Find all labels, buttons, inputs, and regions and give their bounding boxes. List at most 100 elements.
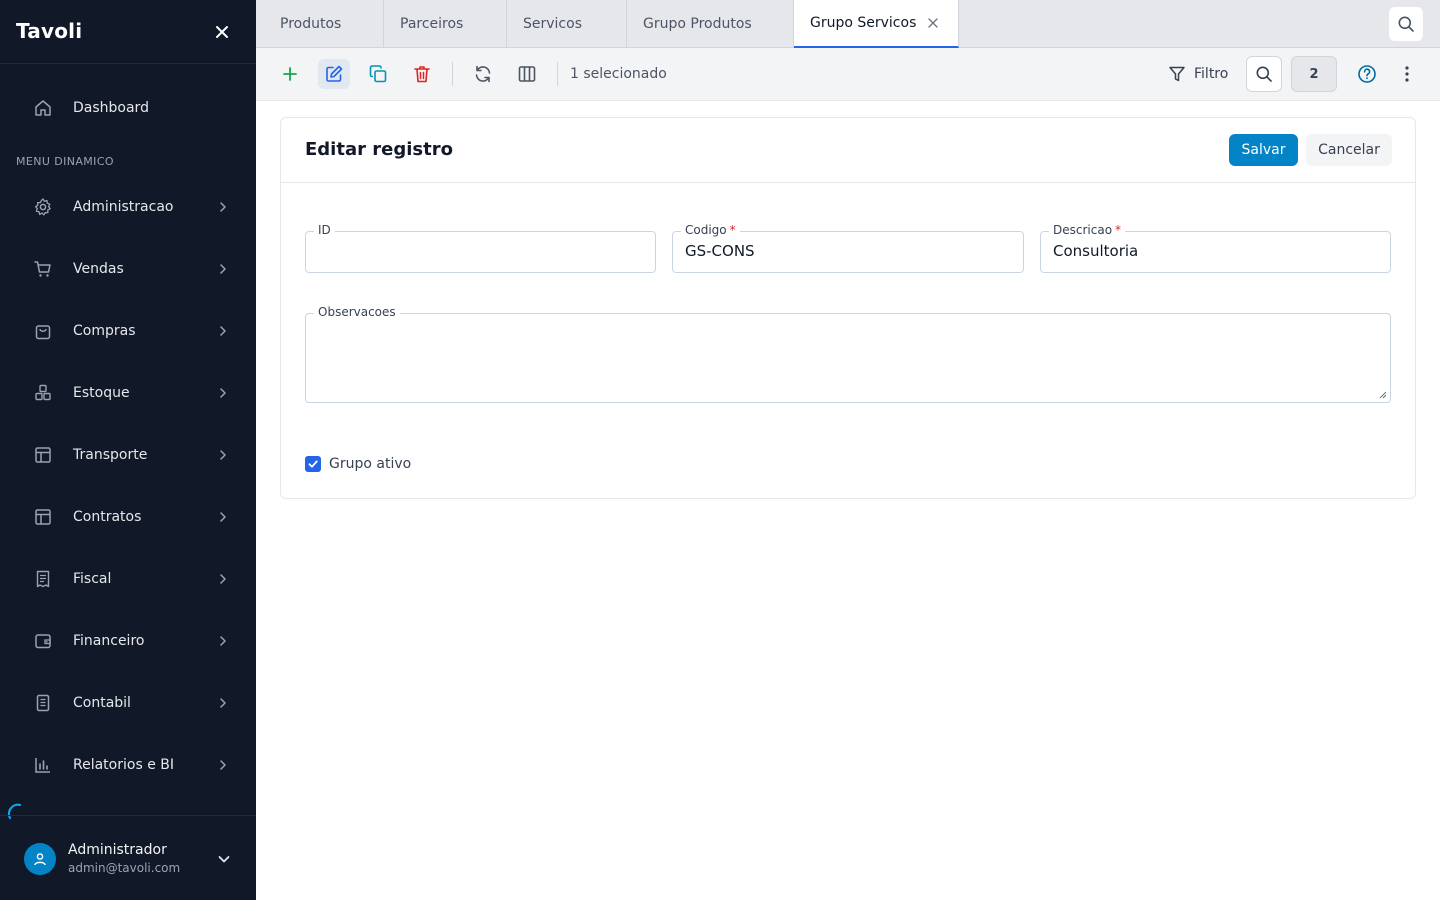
divider (0, 63, 256, 64)
more-options-button[interactable] (1394, 59, 1420, 89)
kebab-menu-icon (1405, 66, 1409, 82)
chevron-down-icon[interactable] (216, 851, 232, 867)
toolbar-divider (557, 62, 558, 86)
filter-icon (1169, 66, 1185, 82)
codigo-field[interactable]: Codigo * GS-CONS (672, 223, 1024, 273)
sidebar-item-label: Compras (73, 323, 136, 339)
wallet-icon (35, 634, 51, 649)
filter-button[interactable]: Filtro (1168, 59, 1228, 89)
chevron-right-icon (220, 512, 226, 522)
close-tab-icon[interactable] (928, 18, 939, 28)
tab-servicos[interactable]: Servicos (507, 0, 627, 48)
global-search-button[interactable] (1389, 7, 1423, 41)
search-icon (1398, 16, 1414, 32)
selection-count: 1 selecionado (570, 66, 667, 82)
chevron-right-icon (220, 326, 226, 336)
tab-label: Grupo Produtos (643, 16, 752, 32)
toolbar: 1 selecionado Filtro 2 (256, 48, 1440, 101)
tab-grupo-servicos[interactable]: Grupo Servicos (794, 0, 959, 48)
add-button[interactable] (274, 59, 306, 89)
id-label: ID (314, 223, 335, 237)
checkbox-checked[interactable] (305, 456, 321, 472)
checkbox-label: Grupo ativo (329, 456, 412, 472)
profile-name: Administrador (68, 842, 167, 858)
shopping-bag-icon (35, 325, 51, 340)
page-title: Editar registro (305, 139, 453, 160)
help-icon (1358, 65, 1376, 83)
codigo-label: Codigo * (681, 223, 740, 237)
observacoes-label: Observacoes (314, 305, 400, 319)
refresh-button[interactable] (467, 59, 499, 89)
chevron-right-icon (220, 264, 226, 274)
descricao-label: Descricao * (1049, 223, 1126, 237)
edit-icon (326, 65, 343, 82)
sidebar-item-label: Financeiro (73, 633, 145, 649)
sidebar-item-financeiro[interactable]: Financeiro (0, 617, 256, 665)
receipt-icon (36, 570, 50, 588)
search-button[interactable] (1246, 56, 1282, 92)
sidebar-item-label: Estoque (73, 385, 130, 401)
sidebar-item-label: Contratos (73, 509, 142, 525)
sidebar-item-contabil[interactable]: Contabil (0, 679, 256, 727)
sidebar-item-relatorios[interactable]: Relatorios e BI (0, 741, 256, 789)
sidebar-item-vendas[interactable]: Vendas (0, 245, 256, 293)
tab-produtos[interactable]: Produtos (256, 0, 384, 48)
chevron-right-icon (220, 388, 226, 398)
trash-icon (414, 66, 430, 83)
tab-grupo-produtos[interactable]: Grupo Produtos (627, 0, 794, 48)
user-icon (34, 853, 46, 866)
resize-handle-icon[interactable] (1379, 391, 1387, 399)
sidebar-item-label: Administracao (73, 199, 174, 215)
sidebar-item-compras[interactable]: Compras (0, 307, 256, 355)
grupo-ativo-checkbox[interactable]: Grupo ativo (305, 456, 411, 472)
close-sidebar-button[interactable] (208, 18, 236, 46)
sidebar-item-contratos[interactable]: Contratos (0, 493, 256, 541)
sidebar-item-administracao[interactable]: Administracao (0, 183, 256, 231)
chevron-right-icon (220, 574, 226, 584)
chevron-right-icon (220, 636, 226, 646)
sidebar-item-fiscal[interactable]: Fiscal (0, 555, 256, 603)
profile-email: admin@tavoli.com (68, 861, 181, 875)
descricao-field[interactable]: Descricao * Consultoria (1040, 223, 1391, 273)
observacoes-textarea[interactable]: Observacoes (305, 305, 1391, 403)
sidebar-item-label: Vendas (73, 261, 124, 277)
boxes-icon (35, 384, 51, 401)
columns-button[interactable] (511, 59, 543, 89)
delete-button[interactable] (406, 59, 438, 89)
codigo-value: GS-CONS (685, 242, 755, 260)
cancel-button[interactable]: Cancelar (1306, 134, 1392, 166)
check-icon (308, 460, 318, 468)
chevron-right-icon (220, 450, 226, 460)
edit-button[interactable] (318, 59, 350, 89)
toolbar-divider (452, 62, 453, 86)
tab-label: Produtos (280, 16, 342, 32)
sidebar-item-transporte[interactable]: Transporte (0, 431, 256, 479)
search-icon (1256, 66, 1272, 82)
card-header: Editar registro Salvar Cancelar (281, 118, 1415, 183)
section-label: MENU DINAMICO (16, 155, 114, 168)
sidebar-item-estoque[interactable]: Estoque (0, 369, 256, 417)
duplicate-button[interactable] (362, 59, 394, 89)
save-button[interactable]: Salvar (1229, 134, 1298, 166)
avatar (24, 843, 56, 875)
tab-parceiros[interactable]: Parceiros (384, 0, 507, 48)
cart-icon (34, 261, 51, 277)
sidebar: Tavoli Dashboard MENU DINAMICO Administr… (0, 0, 256, 900)
sidebar-item-dashboard[interactable]: Dashboard (0, 84, 256, 132)
tab-bar: Produtos Parceiros Servicos Grupo Produt… (256, 0, 1440, 48)
copy-icon (369, 65, 387, 83)
sidebar-item-label: Transporte (73, 447, 148, 463)
plus-icon (283, 67, 297, 81)
chevron-right-icon (220, 202, 226, 212)
help-button[interactable] (1352, 59, 1382, 89)
edit-record-card: Editar registro Salvar Cancelar ID Codig… (280, 117, 1416, 499)
refresh-icon (475, 65, 491, 83)
bar-chart-icon (35, 758, 50, 773)
required-mark: * (1115, 223, 1122, 237)
sidebar-item-label: Fiscal (73, 571, 112, 587)
tab-label: Parceiros (400, 16, 464, 32)
user-profile[interactable]: Administrador admin@tavoli.com (0, 815, 256, 900)
id-field[interactable]: ID (305, 223, 656, 273)
brand-logo: Tavoli (16, 19, 83, 43)
count-badge[interactable]: 2 (1291, 56, 1337, 92)
